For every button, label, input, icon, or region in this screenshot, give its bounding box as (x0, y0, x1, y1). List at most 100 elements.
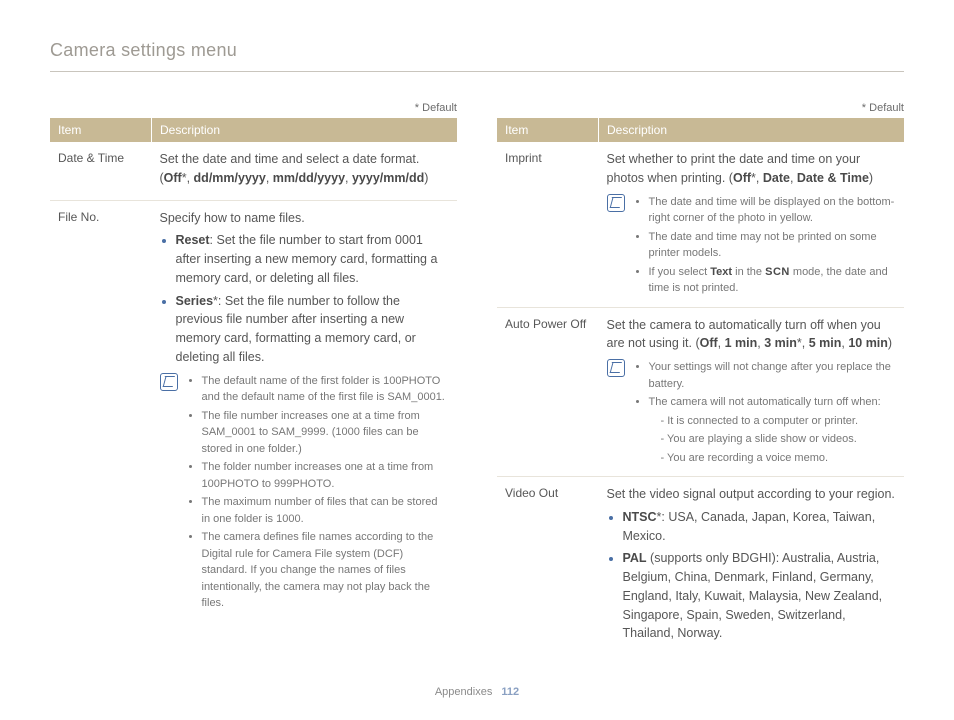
row-date-time: Date & Time Set the date and time and se… (50, 142, 457, 200)
fn-notes: The default name of the first folder is … (186, 373, 450, 614)
apo-text: Set the camera to automatically turn off… (607, 316, 897, 354)
fn-n5: The camera defines file names according … (202, 529, 450, 612)
fn-n2: The file number increases one at a time … (202, 408, 450, 458)
th-description: Description (152, 118, 458, 142)
im-n1: The date and time will be displayed on t… (649, 194, 897, 227)
desc-date-time: Set the date and time and select a date … (152, 142, 458, 200)
table-header-row: Item Description (497, 118, 904, 142)
default-marker-left: * Default (50, 102, 457, 114)
im-n3t: Text (710, 266, 732, 278)
im-date: Date (763, 171, 790, 185)
manual-page: Camera settings menu * Default Item Desc… (0, 0, 954, 720)
im-s1: *, (751, 171, 763, 185)
apo-10: 10 min (848, 336, 888, 350)
fn-options: Reset: Set the file number to start from… (160, 231, 450, 366)
left-column: * Default Item Description Date & Time S… (50, 102, 457, 655)
desc-video-out: Set the video signal output according to… (599, 477, 905, 656)
apo-b: ) (888, 336, 892, 350)
imprint-text: Set whether to print the date and time o… (607, 150, 897, 188)
apo-3: 3 min (764, 336, 797, 350)
apo-note-block: Your settings will not change after you … (607, 359, 897, 468)
apo-notes: Your settings will not change after you … (633, 359, 897, 468)
vo-pal-text: (supports only BDGHI): Australia, Austri… (623, 551, 883, 640)
item-date-time: Date & Time (50, 142, 152, 200)
row-imprint: Imprint Set whether to print the date an… (497, 142, 904, 307)
fn-note-block: The default name of the first folder is … (160, 373, 450, 614)
item-imprint: Imprint (497, 142, 599, 307)
page-footer: Appendixes 112 (0, 686, 954, 698)
im-n3: If you select Text in the SCN mode, the … (649, 264, 897, 297)
dt-o3: mm/dd/yyyy (273, 171, 345, 185)
imprint-note-block: The date and time will be displayed on t… (607, 194, 897, 299)
dt-s1: *, (182, 171, 194, 185)
item-file-no: File No. (50, 200, 152, 622)
apo-s3: *, (797, 336, 809, 350)
page-title: Camera settings menu (50, 40, 904, 72)
dt-intro: Set the date and time and select a date … (160, 152, 420, 166)
vo-ntsc-text: *: USA, Canada, Japan, Korea, Taiwan, Me… (623, 510, 876, 543)
th-description: Description (599, 118, 905, 142)
footer-chapter: Appendixes (435, 686, 493, 698)
content-columns: * Default Item Description Date & Time S… (50, 102, 904, 655)
fn-intro: Specify how to name files. (160, 209, 450, 228)
apo-sub2: You are playing a slide show or videos. (661, 431, 897, 448)
im-n3a: If you select (649, 266, 711, 278)
vo-options: NTSC*: USA, Canada, Japan, Korea, Taiwan… (607, 508, 897, 643)
vo-pal-label: PAL (623, 551, 647, 565)
item-video-out: Video Out (497, 477, 599, 656)
fn-reset: Reset: Set the file number to start from… (176, 231, 450, 287)
footer-page-number: 112 (501, 686, 519, 698)
apo-n2: The camera will not automatically turn o… (649, 394, 897, 466)
im-b: ) (869, 171, 873, 185)
desc-imprint: Set whether to print the date and time o… (599, 142, 905, 307)
desc-file-no: Specify how to name files. Reset: Set th… (152, 200, 458, 622)
apo-n2-text: The camera will not automatically turn o… (649, 396, 881, 408)
default-marker-right: * Default (497, 102, 904, 114)
fn-n1: The default name of the first folder is … (202, 373, 450, 406)
vo-ntsc: NTSC*: USA, Canada, Japan, Korea, Taiwan… (623, 508, 897, 546)
apo-1: 1 min (725, 336, 758, 350)
fn-series-label: Series (176, 294, 214, 308)
apo-n1: Your settings will not change after you … (649, 359, 897, 392)
row-file-no: File No. Specify how to name files. Rese… (50, 200, 457, 622)
vo-intro: Set the video signal output according to… (607, 485, 897, 504)
dt-s2: , (266, 171, 273, 185)
fn-reset-label: Reset (176, 233, 210, 247)
im-n3scn: SCN (765, 266, 790, 278)
fn-reset-text: : Set the file number to start from 0001… (176, 233, 438, 285)
apo-sub3: You are recording a voice memo. (661, 450, 897, 467)
right-column: * Default Item Description Imprint Set w… (497, 102, 904, 655)
th-item: Item (50, 118, 152, 142)
dt-s3: , (345, 171, 352, 185)
note-icon (607, 194, 625, 212)
dt-o4: yyyy/mm/dd (352, 171, 424, 185)
im-off: Off (733, 171, 751, 185)
desc-auto-power-off: Set the camera to automatically turn off… (599, 307, 905, 477)
settings-table-right: Item Description Imprint Set whether to … (497, 118, 904, 655)
im-s2: , (790, 171, 797, 185)
apo-5: 5 min (809, 336, 842, 350)
apo-sublist: It is connected to a computer or printer… (649, 413, 897, 467)
row-video-out: Video Out Set the video signal output ac… (497, 477, 904, 656)
vo-pal: PAL (supports only BDGHI): Australia, Au… (623, 549, 897, 643)
apo-off: Off (700, 336, 718, 350)
row-auto-power-off: Auto Power Off Set the camera to automat… (497, 307, 904, 477)
item-auto-power-off: Auto Power Off (497, 307, 599, 477)
dt-paren-close: ) (424, 171, 428, 185)
im-n2: The date and time may not be printed on … (649, 229, 897, 262)
im-dt: Date & Time (797, 171, 869, 185)
th-item: Item (497, 118, 599, 142)
date-time-text: Set the date and time and select a date … (160, 150, 450, 188)
table-header-row: Item Description (50, 118, 457, 142)
im-n3b: in the (732, 266, 765, 278)
note-icon (607, 359, 625, 377)
fn-n3: The folder number increases one at a tim… (202, 459, 450, 492)
apo-s1: , (718, 336, 725, 350)
vo-ntsc-label: NTSC (623, 510, 657, 524)
fn-series: Series*: Set the file number to follow t… (176, 292, 450, 367)
imprint-notes: The date and time will be displayed on t… (633, 194, 897, 299)
settings-table-left: Item Description Date & Time Set the dat… (50, 118, 457, 622)
apo-sub1: It is connected to a computer or printer… (661, 413, 897, 430)
fn-n4: The maximum number of files that can be … (202, 494, 450, 527)
dt-o2: dd/mm/yyyy (194, 171, 266, 185)
